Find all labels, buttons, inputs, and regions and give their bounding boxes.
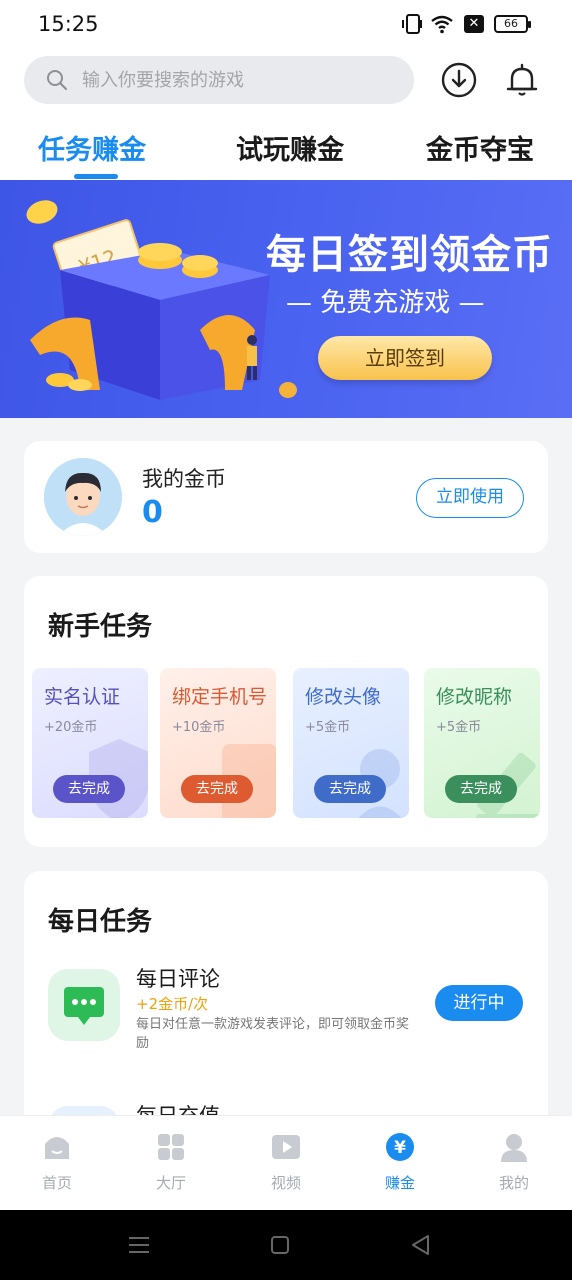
status-time: 15:25: [38, 12, 99, 36]
home-icon: [45, 1137, 69, 1159]
status-bar: 15:25 ✕ 66: [0, 0, 572, 50]
search-bar[interactable]: [24, 56, 414, 104]
nav-label: 大厅: [155, 1174, 186, 1192]
use-coins-button[interactable]: 立即使用: [416, 478, 524, 518]
daily-task-desc: 每日对任意一款游戏发表评论，即可领取金币奖励: [136, 1017, 410, 1051]
menu-icon[interactable]: [128, 1235, 150, 1255]
download-icon[interactable]: [441, 62, 477, 98]
in-progress-button[interactable]: 进行中: [435, 985, 523, 1021]
newbie-tasks-title: 新手任务: [48, 612, 153, 642]
task-complete-button[interactable]: 去完成: [53, 775, 125, 803]
task-tile-title: 修改昵称: [436, 686, 513, 708]
nav-video[interactable]: 视频: [246, 1132, 326, 1193]
nav-label: 视频: [270, 1174, 301, 1192]
yen-icon: ¥: [386, 1133, 414, 1161]
system-nav-bar: [0, 1210, 572, 1280]
task-tile-bind-phone[interactable]: 绑定手机号 +10金币 去完成: [160, 668, 276, 818]
search-input[interactable]: [82, 69, 382, 91]
task-complete-button[interactable]: 去完成: [314, 775, 386, 803]
tab-trial-earn[interactable]: 试玩赚金: [236, 128, 344, 167]
banner-title: 每日签到领金币: [266, 232, 553, 278]
tab-coin-treasure[interactable]: 金币夺宝: [426, 128, 534, 167]
status-icons: ✕ 66: [402, 14, 531, 34]
battery-icon: 66: [494, 15, 531, 33]
bottom-nav: 首页 大厅 视频 ¥ 赚金 我的: [0, 1115, 572, 1210]
task-tile-reward: +5金币: [436, 720, 482, 735]
task-tile-reward: +5金币: [305, 720, 351, 735]
tab-bar: 任务赚金 试玩赚金 金币夺宝: [0, 128, 572, 180]
nav-label: 赚金: [384, 1174, 415, 1192]
daily-tasks-title: 每日任务: [48, 907, 153, 937]
bell-icon[interactable]: [504, 62, 540, 98]
home-square-icon[interactable]: [270, 1235, 290, 1255]
task-complete-button[interactable]: 去完成: [181, 775, 253, 803]
sign-in-button[interactable]: 立即签到: [318, 336, 492, 380]
coins-value: 0: [142, 495, 163, 530]
newbie-tasks-card: 新手任务 实名认证 +20金币 去完成 绑定手机号 +10金币 去完成 修改头像…: [24, 576, 548, 847]
svg-text:¥: ¥: [394, 1138, 406, 1158]
nav-home[interactable]: 首页: [17, 1132, 97, 1193]
banner-subtitle: — 免费充游戏 —: [286, 288, 485, 318]
task-complete-button[interactable]: 去完成: [445, 775, 517, 803]
task-tile-real-name[interactable]: 实名认证 +20金币 去完成: [32, 668, 148, 818]
nav-label: 我的: [498, 1174, 529, 1192]
avatar-image: [44, 458, 122, 536]
nav-profile[interactable]: 我的: [474, 1132, 554, 1193]
avatar[interactable]: [44, 458, 122, 536]
vibrate-icon: [402, 14, 422, 34]
my-coins-card: 我的金币 0 立即使用: [24, 441, 548, 553]
video-icon: [272, 1135, 300, 1159]
wifi-icon: [431, 15, 453, 34]
tab-underline: [74, 174, 118, 179]
coins-label: 我的金币: [142, 467, 226, 491]
header: 任务赚金 试玩赚金 金币夺宝: [0, 50, 572, 180]
task-tile-title: 绑定手机号: [172, 686, 268, 708]
task-tile-reward: +10金币: [172, 720, 226, 735]
daily-task-reward: +2金币/次: [136, 995, 209, 1013]
task-tile-title: 实名认证: [44, 686, 121, 708]
task-tile-title: 修改头像: [305, 686, 382, 708]
back-icon[interactable]: [410, 1234, 430, 1256]
comment-icon: [48, 969, 120, 1041]
grid-icon: [158, 1134, 184, 1160]
task-tile-avatar[interactable]: 修改头像 +5金币 去完成: [293, 668, 409, 818]
sign-in-banner[interactable]: ¥12 每日签到领金币 — 免费充游戏 — 立即签到: [0, 180, 572, 418]
gift-box-illustration: ¥12: [26, 200, 297, 400]
daily-task-name: 每日评论: [136, 967, 220, 991]
no-sim-icon: ✕: [464, 15, 484, 33]
task-tile-nickname[interactable]: 修改昵称 +5金币 去完成: [424, 668, 540, 818]
task-tile-reward: +20金币: [44, 720, 98, 735]
tab-task-earn[interactable]: 任务赚金: [38, 128, 146, 167]
search-icon: [47, 70, 68, 91]
user-icon: [501, 1134, 527, 1162]
daily-tasks-card: 每日任务 每日评论 +2金币/次 每日对任意一款游戏发表评论，即可领取金币奖励 …: [24, 871, 548, 1178]
nav-hall[interactable]: 大厅: [131, 1132, 211, 1193]
nav-label: 首页: [41, 1174, 72, 1192]
daily-task-item: 每日评论 +2金币/次 每日对任意一款游戏发表评论，即可领取金币奖励 进行中: [24, 967, 548, 1069]
nav-earn[interactable]: ¥ 赚金: [360, 1132, 440, 1193]
